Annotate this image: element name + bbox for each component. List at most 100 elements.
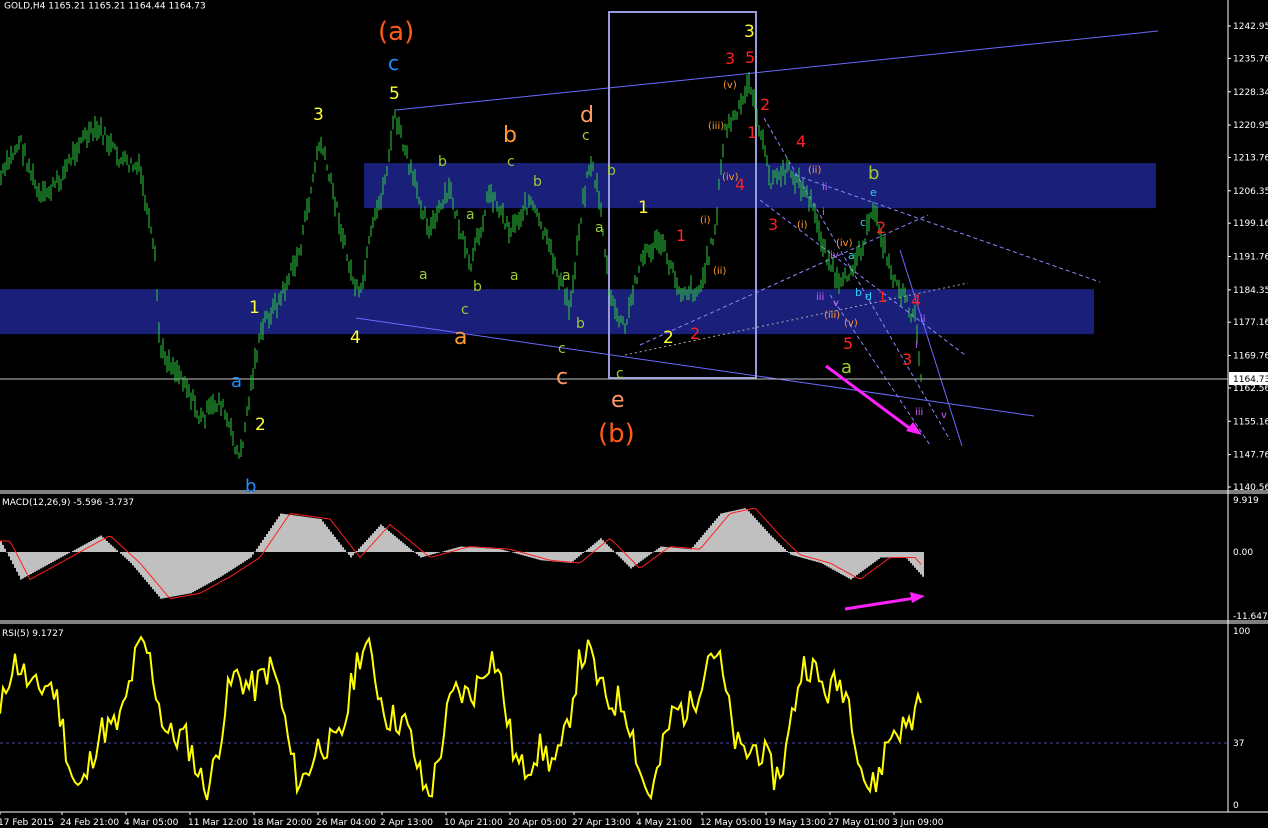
macd-histogram-bar (262, 539, 264, 552)
macd-histogram-bar (766, 531, 768, 552)
macd-histogram-bar (898, 552, 900, 558)
macd-histogram-bar (206, 552, 208, 585)
macd-histogram-bar (34, 552, 36, 572)
wave-label-roman-i-2: (i) (797, 220, 808, 231)
macd-histogram-bar (378, 526, 380, 552)
wave-label-roman-iv-1: (iv) (722, 172, 739, 183)
macd-histogram-bar (106, 541, 108, 552)
macd-histogram-bar (248, 552, 250, 559)
macd-histogram-bar (200, 552, 202, 588)
macd-histogram-bar (160, 552, 162, 599)
macd-histogram-bar (172, 552, 174, 597)
macd-histogram-bar (722, 513, 724, 552)
macd-histogram-bar (748, 511, 750, 552)
time-tick-label: 20 Apr 05:00 (508, 818, 567, 828)
macd-histogram-bar (116, 550, 118, 552)
macd-histogram-bar (396, 537, 398, 552)
macd-histogram-bar (156, 552, 158, 594)
macd-histogram-bar (500, 549, 502, 552)
macd-histogram-bar (654, 550, 656, 552)
wave-label-3-yellow-b: 3 (744, 22, 755, 42)
macd-histogram-bar (348, 552, 350, 555)
wave-label-1-yellow-b: 1 (638, 198, 649, 218)
macd-histogram-bar (184, 552, 186, 595)
macd-histogram-bar (382, 526, 384, 552)
wave-label-small-iii: iii (816, 292, 824, 303)
wave-label-roman-iv-2: (iv) (836, 238, 853, 249)
macd-histogram-bar (222, 552, 224, 576)
macd-histogram-bar (908, 552, 910, 561)
macd-histogram-bar (166, 552, 168, 598)
chart-canvas[interactable]: (a) (b) c a b a b c d e 1 2 3 4 5 1 2 3 … (0, 0, 1268, 828)
macd-histogram-bar (644, 552, 646, 559)
price-tick-label: 1220.95 (1233, 121, 1268, 131)
macd-histogram-bar (658, 547, 660, 552)
wave-label-c-green-1: c (461, 302, 469, 318)
price-axis: 1242.95 1235.76 1228.34 1220.95 1213.76 1206.… (1228, 22, 1268, 493)
wave-label-b-blue: b (245, 476, 256, 497)
macd-histogram-bar (144, 552, 146, 580)
macd-histogram-bar (602, 540, 604, 552)
macd-histogram-bar (104, 539, 106, 552)
macd-histogram-bar (84, 544, 86, 552)
macd-histogram-bar (280, 513, 282, 552)
macd-histogram-bar (564, 552, 566, 563)
macd-histogram-bar (124, 552, 126, 558)
macd-histogram-bar (682, 548, 684, 552)
macd-histogram-bar (94, 538, 96, 552)
macd-histogram-bar (38, 552, 40, 570)
wave-label-roman-iii-2: (iii) (824, 310, 840, 321)
macd-histogram-bar (432, 552, 434, 555)
macd-histogram-bar (830, 552, 832, 569)
macd-histogram-bar (874, 552, 876, 562)
macd-histogram-bar (326, 526, 328, 552)
macd-histogram-bar (582, 552, 584, 554)
macd-histogram-bar (416, 552, 418, 555)
macd-histogram-bar (438, 552, 440, 553)
macd-histogram-bar (224, 552, 226, 575)
price-tick-label: 1191.76 (1233, 252, 1268, 262)
zone-1 (364, 163, 1156, 209)
macd-histogram-bar (252, 552, 254, 555)
macd-histogram-bar (376, 528, 378, 552)
wave-label-3-red-a: 3 (725, 49, 735, 68)
wave-label-1-red-c: 1 (878, 290, 887, 306)
macd-histogram-bar (574, 552, 576, 560)
macd-histogram-bar (186, 552, 188, 594)
macd-histogram-bar (894, 552, 896, 558)
macd-histogram-bar (540, 552, 542, 561)
wave-label-a-orange: a (454, 325, 467, 350)
price-tick-label: 1199.16 (1233, 219, 1268, 229)
macd-histogram-bar (212, 552, 214, 582)
macd-histogram-bar (338, 542, 340, 552)
macd-histogram-bar (838, 552, 840, 573)
macd-histogram-bar (876, 552, 878, 561)
time-tick-label: 4 May 21:00 (636, 818, 692, 828)
wave-label-3-red-b: 3 (768, 215, 778, 234)
wave-label-3-red-c: 3 (902, 350, 912, 369)
macd-histogram-bar (556, 552, 558, 562)
wave-label-5-red-a: 5 (745, 48, 755, 67)
macd-histogram-bar (728, 511, 730, 552)
macd-histogram-bar (554, 552, 556, 562)
macd-histogram-bar (48, 552, 50, 565)
macd-histogram-bar (752, 515, 754, 552)
macd-histogram-bar (814, 552, 816, 562)
macd-axis-zero: 0.00 (1233, 548, 1253, 558)
macd-histogram-bar (436, 552, 438, 554)
macd-histogram-bar (232, 552, 234, 570)
macd-histogram-bar (32, 552, 34, 573)
macd-histogram-bar (282, 513, 284, 552)
macd-histogram-bar (386, 529, 388, 552)
macd-histogram-bar (744, 508, 746, 552)
macd-histogram-bar (204, 552, 206, 586)
macd-histogram-bar (576, 552, 578, 559)
wave-label-4-red-c: 4 (911, 291, 921, 310)
macd-histogram-bar (764, 528, 766, 552)
macd-histogram-bar (352, 552, 354, 556)
time-tick-label: 4 Mar 05:00 (124, 818, 179, 828)
macd-histogram-bar (846, 552, 848, 578)
price-tick-label: 1140.56 (1233, 483, 1268, 493)
macd-histogram-bar (816, 552, 818, 562)
wave-label-2-yellow-a: 2 (255, 415, 266, 435)
